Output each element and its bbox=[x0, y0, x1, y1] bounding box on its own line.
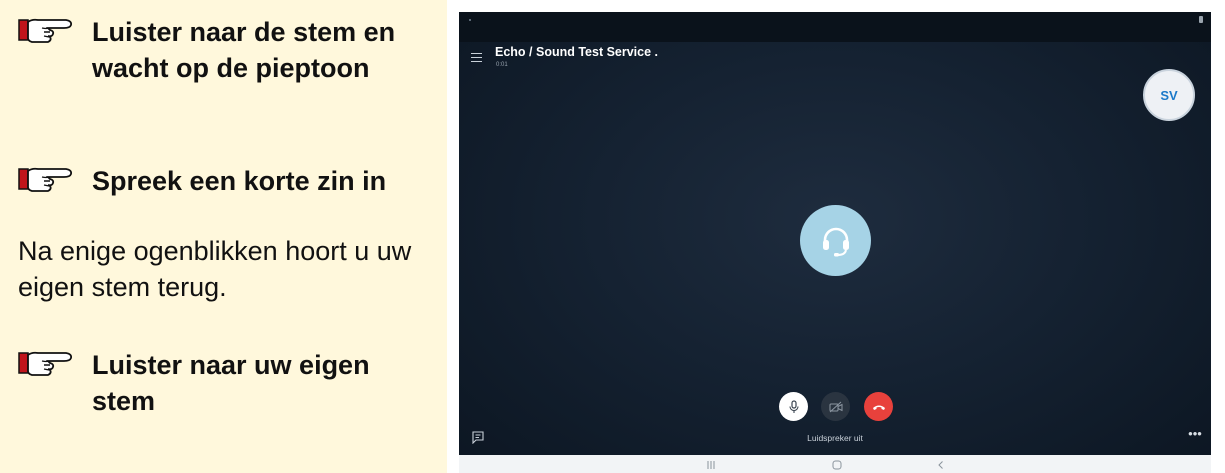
end-call-button[interactable] bbox=[864, 392, 893, 421]
video-toggle-button[interactable] bbox=[821, 392, 850, 421]
instruction-step-1-text: Luister naar de stem en wacht op de piep… bbox=[92, 17, 396, 83]
recent-apps-icon bbox=[707, 461, 715, 469]
battery-icon bbox=[1199, 16, 1203, 23]
status-bar bbox=[459, 12, 1211, 42]
pointing-hand-icon bbox=[18, 351, 73, 376]
instruction-step-3-text: Luister naar uw eigen stem bbox=[92, 350, 370, 416]
instruction-panel: Luister naar de stem en wacht op de piep… bbox=[0, 0, 447, 473]
hamburger-menu-icon[interactable] bbox=[469, 50, 485, 64]
speaker-status-label[interactable]: Luidspreker uit bbox=[459, 433, 1211, 443]
call-title: Echo / Sound Test Service . bbox=[495, 45, 659, 59]
echo-service-avatar bbox=[800, 205, 871, 276]
pointing-hand-icon bbox=[18, 18, 73, 43]
contact-avatar[interactable]: SV bbox=[1143, 69, 1195, 121]
instruction-step-2-text: Spreek een korte zin in bbox=[92, 166, 387, 196]
more-horizontal-icon[interactable]: ••• bbox=[1187, 427, 1203, 440]
instruction-step-3: Luister naar uw eigen stem bbox=[18, 347, 438, 419]
back-button[interactable] bbox=[933, 458, 949, 472]
call-timer: 0:01 bbox=[496, 62, 508, 68]
end-call-icon bbox=[872, 405, 885, 410]
recent-apps-button[interactable] bbox=[703, 458, 719, 472]
headset-icon bbox=[822, 227, 849, 256]
instruction-step-2: Spreek een korte zin in bbox=[18, 163, 438, 199]
back-chevron-icon bbox=[938, 461, 943, 469]
status-indicator bbox=[469, 19, 471, 21]
microphone-icon bbox=[788, 399, 799, 413]
call-screen: Echo / Sound Test Service . 0:01 SV Luid… bbox=[459, 12, 1211, 473]
pointing-hand-icon bbox=[18, 167, 73, 192]
microphone-button[interactable] bbox=[779, 392, 808, 421]
avatar-initials: SV bbox=[1160, 87, 1178, 103]
video-off-icon bbox=[829, 401, 842, 412]
android-navigation-bar bbox=[459, 455, 1211, 473]
home-icon bbox=[832, 460, 842, 470]
instruction-info-text: Na enige ogenblikken hoort u uw eigen st… bbox=[18, 236, 412, 302]
home-button[interactable] bbox=[829, 458, 845, 472]
instruction-step-1: Luister naar de stem en wacht op de piep… bbox=[18, 14, 438, 86]
